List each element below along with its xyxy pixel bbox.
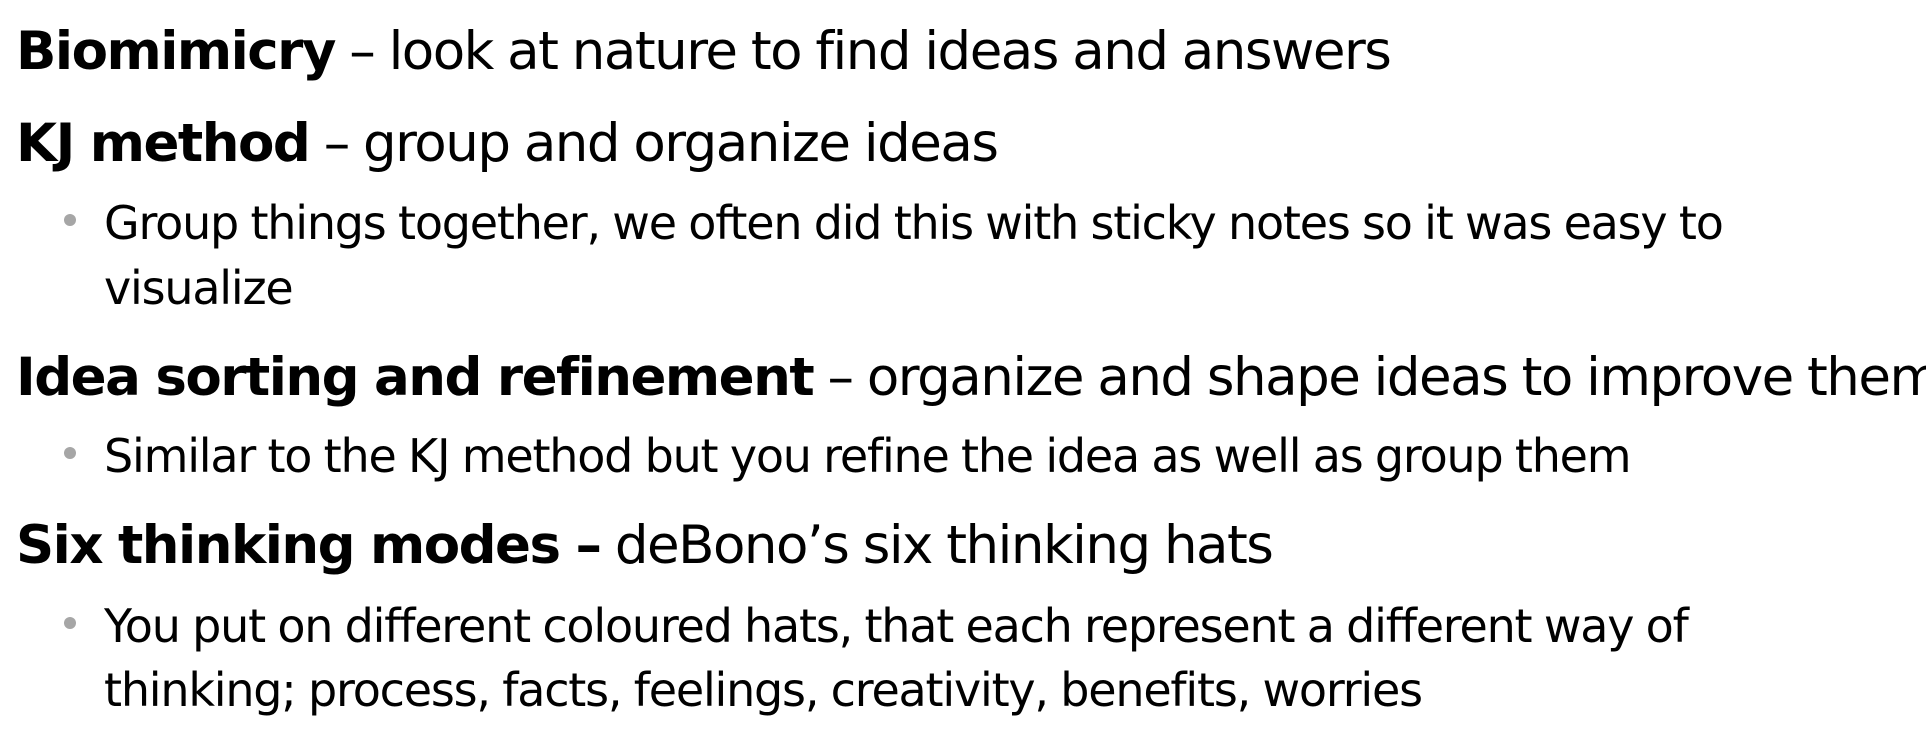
term-six-thinking-modes: Six thinking modes – — [16, 515, 602, 576]
item-idea-sorting: Idea sorting and refinement – organize a… — [16, 351, 1926, 404]
term-biomimicry: Biomimicry — [16, 21, 336, 82]
bullet-icon — [64, 214, 76, 226]
bullet-icon — [64, 447, 76, 459]
item-kj-method: KJ method – group and organize ideas — [16, 117, 999, 170]
item-six-thinking-modes: Six thinking modes – deBono’s six thinki… — [16, 519, 1274, 572]
idea-sorting-sub-line-1: Similar to the KJ method but you refine … — [104, 429, 1632, 483]
term-idea-sorting: Idea sorting and refinement — [16, 347, 815, 408]
bullet-icon — [64, 617, 76, 629]
six-thinking-sub-line-1: You put on different coloured hats, that… — [104, 599, 1689, 653]
definition-six-thinking-modes: deBono’s six thinking hats — [600, 515, 1274, 576]
item-biomimicry: Biomimicry – look at nature to find idea… — [16, 25, 1392, 78]
six-thinking-sub-line-2: thinking; process, facts, feelings, crea… — [104, 663, 1423, 717]
kj-method-sub-line-2: visualize — [104, 261, 294, 315]
term-kj-method: KJ method — [16, 113, 311, 174]
definition-kj-method: – group and organize ideas — [309, 113, 999, 174]
kj-method-sub-line-1: Group things together, we often did this… — [104, 196, 1724, 250]
definition-biomimicry: – look at nature to find ideas and answe… — [334, 21, 1392, 82]
definition-idea-sorting: – organize and shape ideas to improve th… — [813, 347, 1926, 408]
